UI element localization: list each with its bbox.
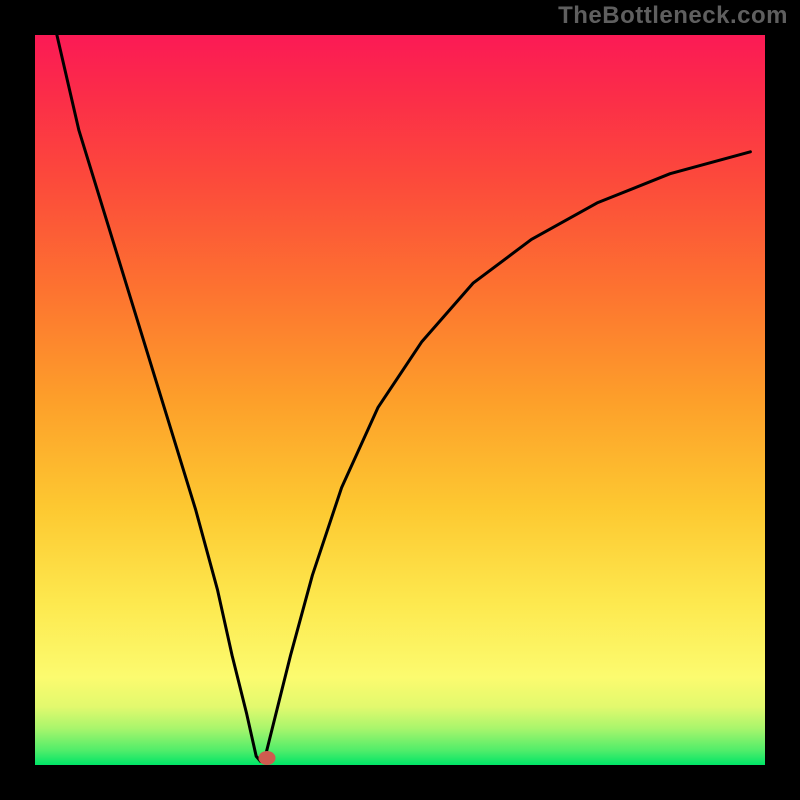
plot-area: [35, 35, 765, 765]
chart-frame: TheBottleneck.com: [0, 0, 800, 800]
bottleneck-curve: [57, 35, 751, 761]
optimal-marker: [259, 751, 276, 765]
watermark-text: TheBottleneck.com: [558, 2, 788, 30]
curve-layer: [35, 35, 765, 765]
